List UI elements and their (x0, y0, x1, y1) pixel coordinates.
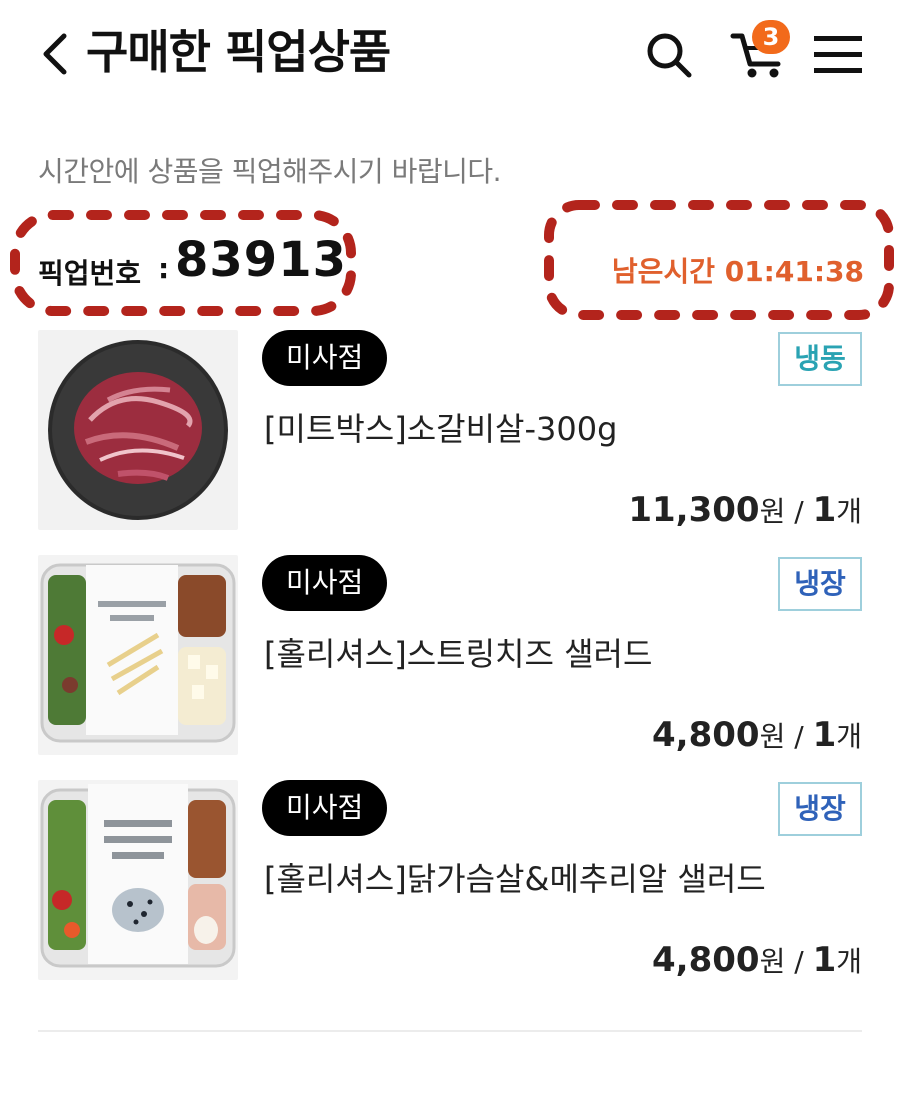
product-item[interactable]: 미사점 냉장 [홀리셔스]닭가슴살&메추리알 샐러드 4,800원 / 1개 (0, 780, 900, 980)
pickup-number-colon: : (158, 252, 170, 285)
price-separator: / (785, 495, 813, 528)
page-title: 구매한 픽업상품 (86, 25, 391, 79)
store-status-badge: 미사점 (262, 330, 388, 386)
quantity-value: 1 (812, 490, 837, 530)
pickup-notice: 시간안에 상품을 픽업해주시기 바랍니다. (38, 155, 502, 188)
product-item[interactable]: 미사점 냉동 [미트박스]소갈비살-300g 11,300원 / 1개 (0, 330, 900, 530)
product-name[interactable]: [홀리셔스]닭가슴살&메추리알 샐러드 (264, 854, 766, 900)
chevron-left-icon (43, 33, 67, 75)
product-name[interactable]: [미트박스]소갈비살-300g (264, 404, 617, 450)
price-amount: 4,800 (652, 940, 760, 980)
app-header: 구매한 픽업상품 3 (0, 0, 900, 108)
store-status-badge: 미사점 (262, 780, 388, 836)
price-separator: / (785, 945, 813, 978)
pickup-number-label: 픽업번호 (38, 257, 142, 290)
price-separator: / (785, 720, 813, 753)
product-item[interactable]: 미사점 냉장 [홀리셔스]스트링치즈 샐러드 4,800원 / 1개 (0, 555, 900, 755)
product-name[interactable]: [홀리셔스]스트링치즈 샐러드 (264, 629, 652, 675)
price-quantity: 4,800원 / 1개 (652, 940, 862, 982)
back-button[interactable] (36, 28, 76, 80)
cart-count-badge: 3 (752, 20, 790, 54)
search-icon (647, 33, 692, 78)
remaining-time: 남은시간 01:41:38 (611, 255, 864, 288)
pickup-number-value: 83913 (175, 232, 347, 288)
quantity-unit: 개 (836, 495, 862, 528)
search-button[interactable] (644, 30, 694, 80)
quantity-unit: 개 (836, 720, 862, 753)
list-divider (38, 1030, 862, 1032)
storage-type-tag: 냉동 (778, 332, 862, 386)
currency-unit: 원 (759, 945, 786, 978)
hamburger-menu-icon (814, 36, 862, 73)
currency-unit: 원 (759, 495, 786, 528)
storage-type-tag: 냉장 (778, 557, 862, 611)
storage-type-tag: 냉장 (778, 782, 862, 836)
quantity-value: 1 (812, 715, 837, 755)
currency-unit: 원 (759, 720, 786, 753)
price-amount: 4,800 (652, 715, 760, 755)
product-image-chicken-egg-salad[interactable] (38, 780, 238, 980)
store-status-badge: 미사점 (262, 555, 388, 611)
menu-button[interactable] (812, 32, 864, 78)
product-image-cheese-salad[interactable] (38, 555, 238, 755)
quantity-value: 1 (812, 940, 837, 980)
quantity-unit: 개 (836, 945, 862, 978)
product-image-beef-ribs[interactable] (38, 330, 238, 530)
price-quantity: 4,800원 / 1개 (652, 715, 862, 757)
price-amount: 11,300 (628, 490, 760, 530)
price-quantity: 11,300원 / 1개 (628, 490, 862, 532)
